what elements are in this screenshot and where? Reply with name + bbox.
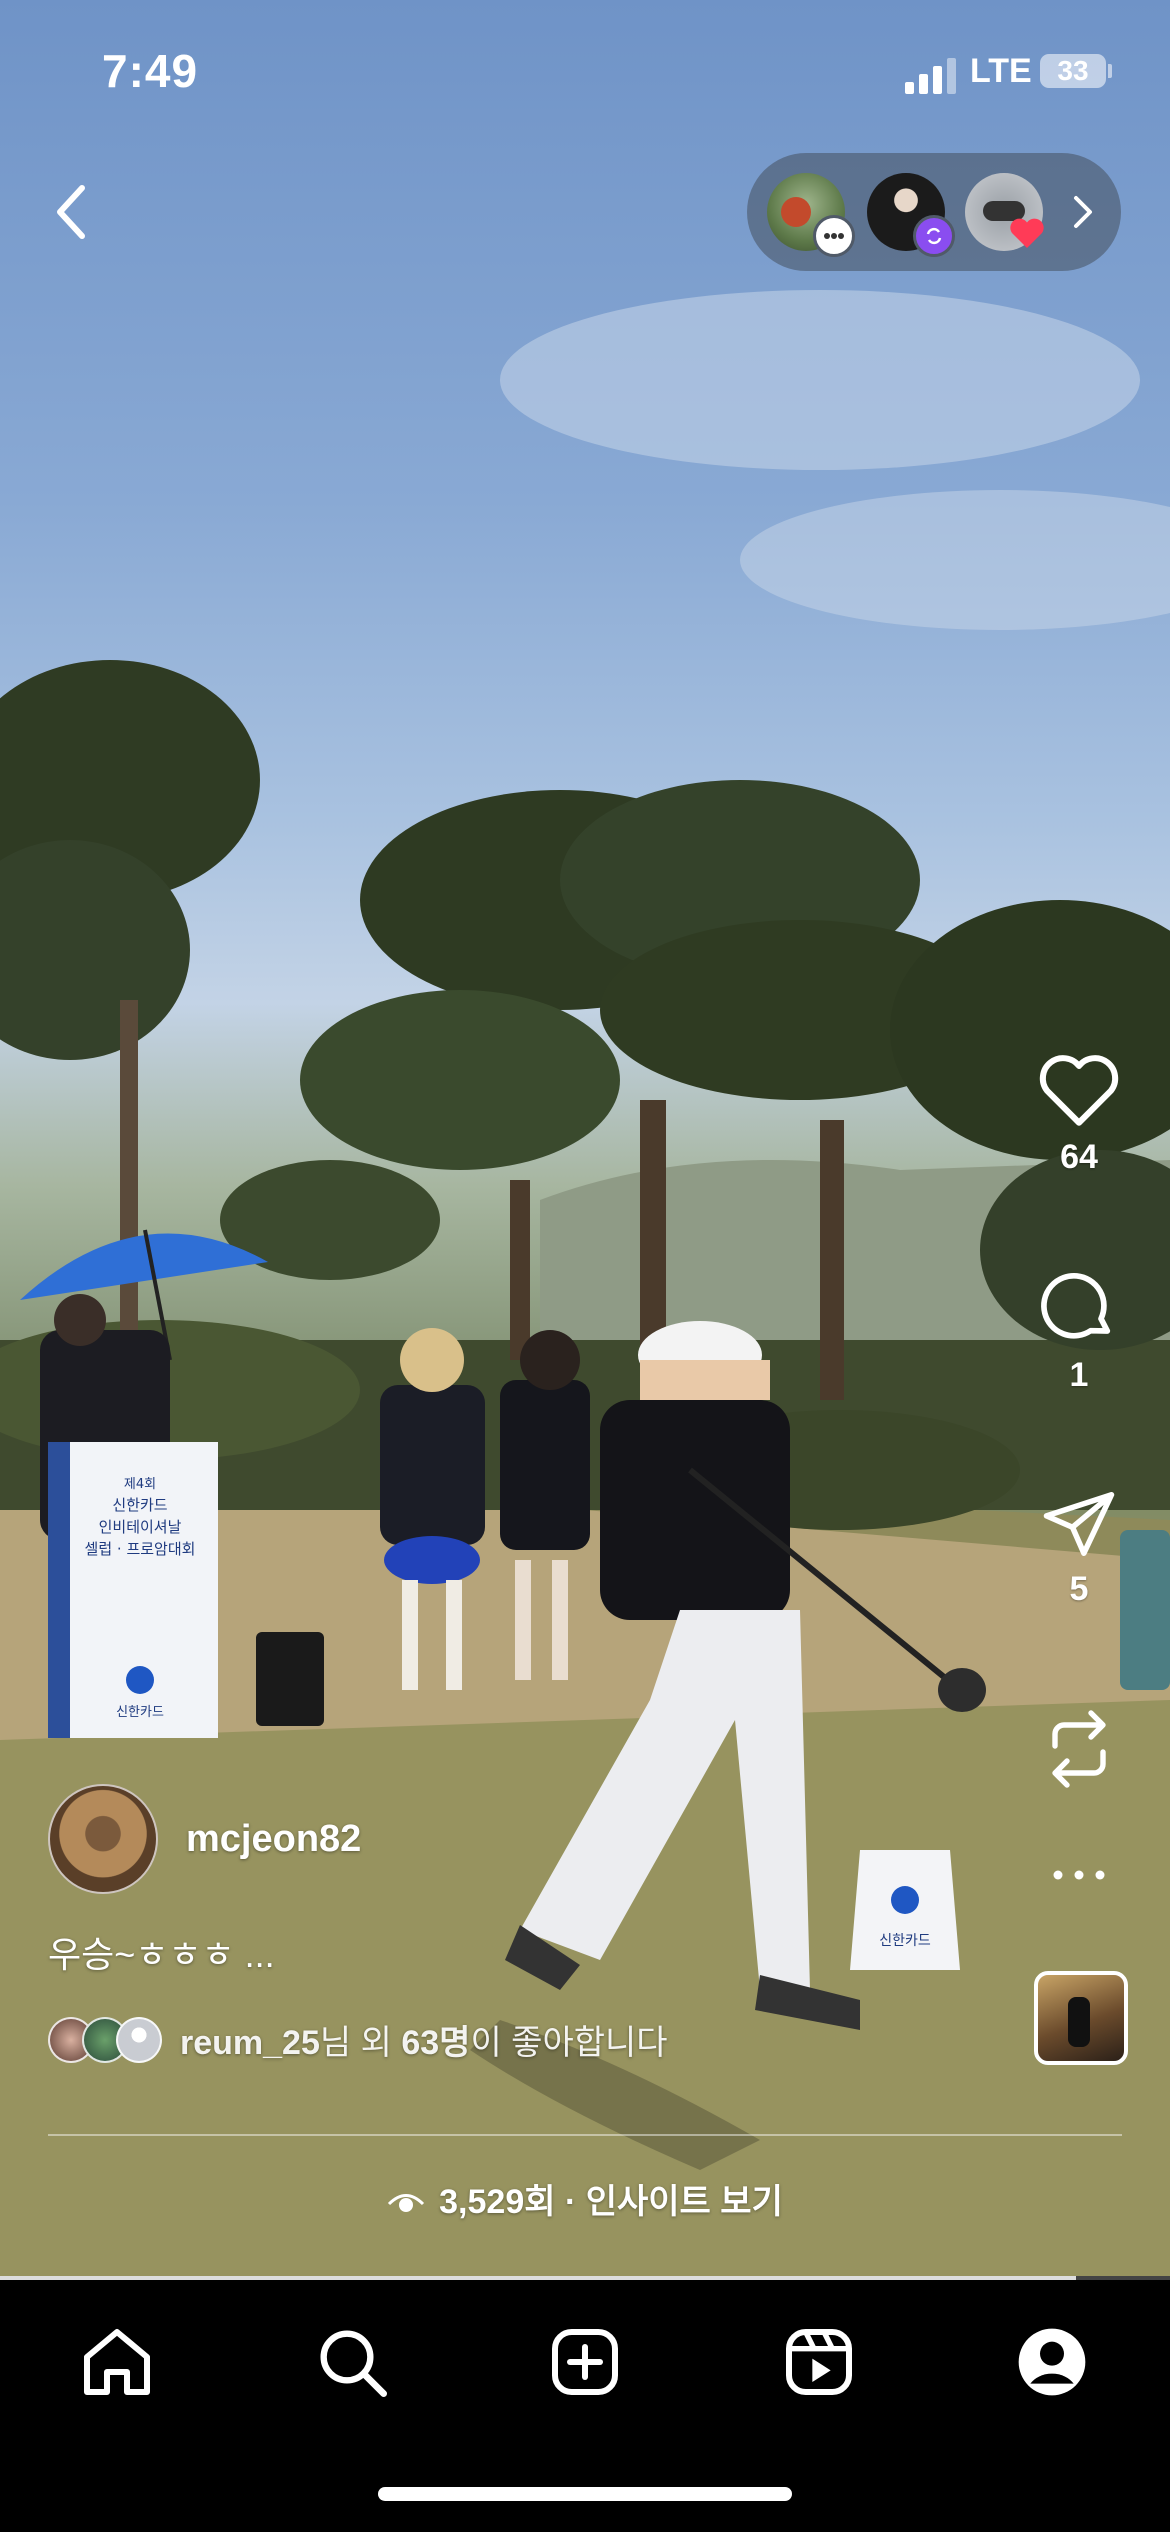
create-icon [552,2329,618,2395]
liker-avatars [48,2017,168,2063]
tab-create[interactable] [545,2322,625,2402]
like-count: 64 [1060,1138,1098,1176]
post-caption[interactable]: 우승~ㅎㅎㅎ ... [48,1926,275,1978]
chevron-left-icon [57,185,85,239]
heart-badge-icon [1009,215,1045,251]
divider [48,2134,1122,2136]
more-options-button[interactable] [1025,1868,1133,1882]
author-row[interactable]: mcjeon82 [48,1784,361,1894]
like-action[interactable]: 64 [1025,1050,1133,1177]
reels-icon [786,2329,852,2395]
likes-suffix-1: 님 외 [319,2023,402,2062]
author-avatar[interactable] [48,1784,158,1894]
home-indicator [378,2487,792,2501]
network-label: LTE [970,52,1032,90]
home-icon [84,2329,150,2395]
audio-thumbnail-button[interactable] [1034,1971,1128,2065]
liker-username[interactable]: reum_25 [180,2024,320,2062]
status-time: 7:49 [102,45,199,97]
tee-marker-text: 신한카드 [879,1933,931,1949]
author-username[interactable]: mcjeon82 [186,1818,361,1861]
repost-action[interactable] [1025,1706,1133,1792]
tab-profile[interactable] [1012,2322,1092,2402]
likes-count[interactable]: 63명 [401,2024,470,2062]
likes-summary[interactable]: reum_25님 외 63명이 좋아합니다 [48,2015,668,2064]
comment-action[interactable]: 1 [1025,1266,1133,1395]
repost-icon [1052,1710,1106,1788]
heart-icon [1039,1055,1119,1126]
status-bar: 7:49 LTE 33 [0,0,1170,140]
search-icon [320,2330,387,2397]
more-horizontal-icon [1053,1870,1105,1880]
podium-text-line2: 신한카드 [112,1496,167,1514]
profile-icon [1018,2328,1086,2396]
eye-icon [388,2194,425,2212]
battery-icon: 33 [1040,54,1106,88]
podium-text-line1: 제4회 [124,1477,156,1492]
cellular-signal-icon [905,58,957,94]
podium-text-line3: 인비테이셔날 [99,1518,182,1536]
likes-suffix-2: 이 좋아합니다 [470,2023,668,2062]
activity-stack-button[interactable] [747,153,1121,271]
battery-tip [1108,64,1112,78]
liker-avatar [116,2017,162,2063]
tab-home[interactable] [77,2322,157,2402]
share-action[interactable]: 5 [1025,1488,1133,1609]
repost-badge-icon [913,215,955,257]
chevron-right-icon [1074,196,1092,228]
view-insights-button[interactable]: 3,529회 · 인사이트 보기 [0,2174,1170,2223]
podium-brand-text: 신한카드 [116,1705,164,1720]
tab-reels[interactable] [779,2322,859,2402]
comment-count: 1 [1069,1356,1089,1394]
tab-search[interactable] [312,2322,392,2402]
views-text: 3,529회 · 인사이트 보기 [439,2183,783,2221]
back-button[interactable] [48,180,96,244]
send-icon [1043,1491,1115,1557]
podium-text-line4: 셀럽 · 프로암대회 [85,1540,196,1558]
comment-icon [1041,1272,1111,1339]
likes-text: reum_25님 외 63명이 좋아합니다 [180,2015,668,2064]
share-count: 5 [1069,1570,1089,1608]
message-bubble-icon [813,215,855,257]
